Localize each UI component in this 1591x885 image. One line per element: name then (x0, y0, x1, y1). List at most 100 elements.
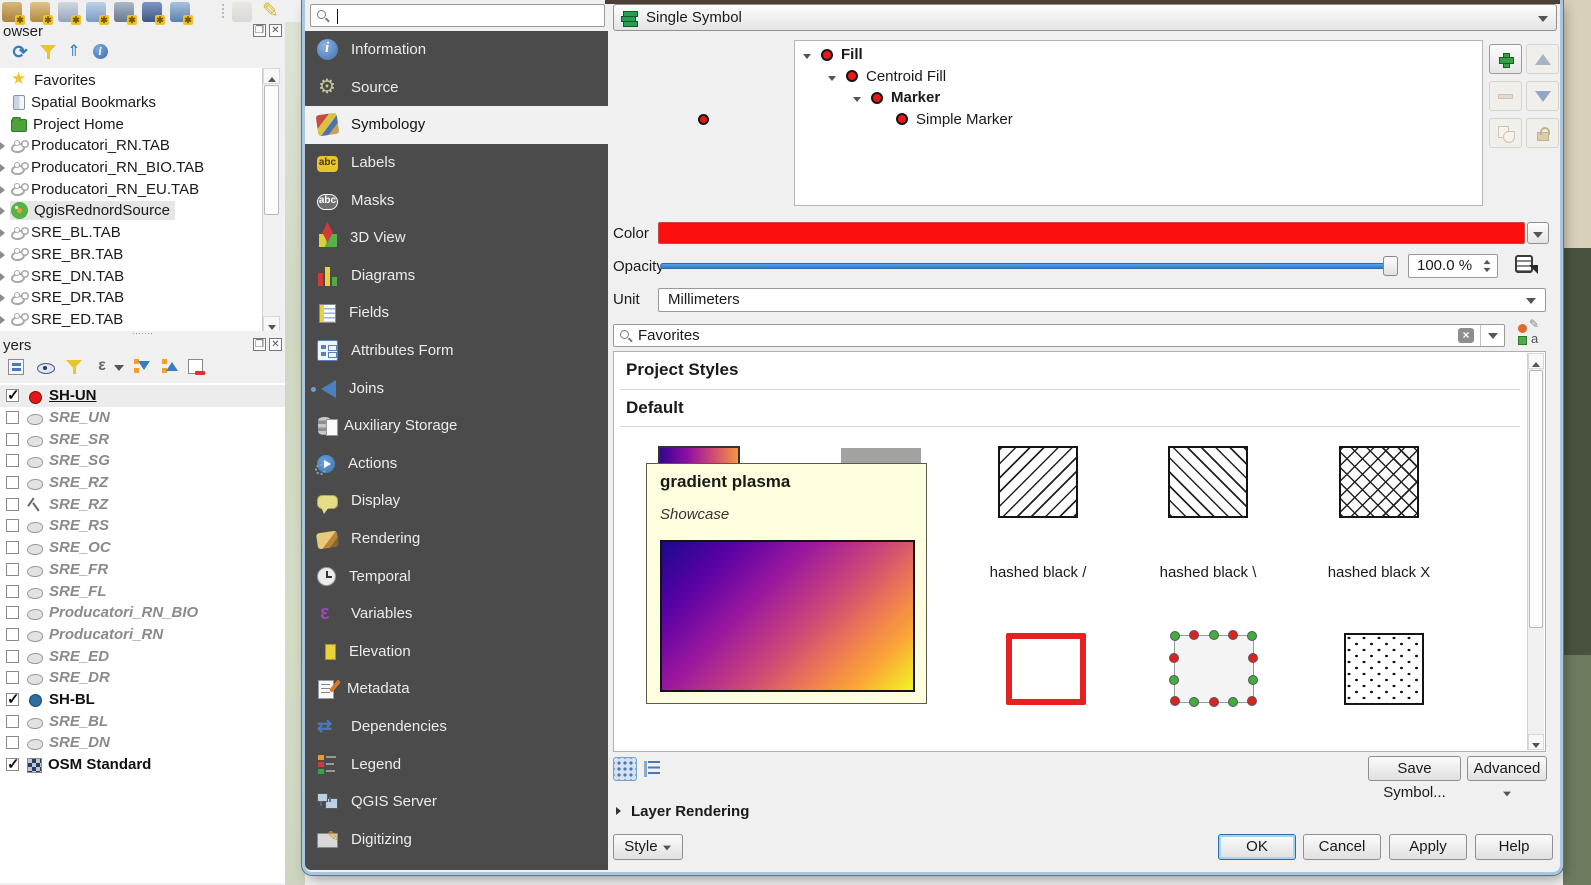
refresh-icon[interactable] (10, 42, 30, 62)
symbol-dotted[interactable] (1344, 633, 1424, 705)
layer-checkbox[interactable] (6, 519, 19, 532)
layer-checkbox[interactable] (6, 736, 19, 749)
spin-up-icon[interactable] (1484, 260, 1491, 264)
add-symbol-layer-button[interactable] (1489, 44, 1522, 74)
layer-item[interactable]: SRE_SG (0, 450, 285, 472)
layer-checkbox[interactable] (6, 476, 19, 489)
layer-rendering-label[interactable]: Layer Rendering (631, 803, 749, 820)
new-layer-icon[interactable]: ✱ (114, 2, 134, 22)
symbol-tree-item[interactable]: Fill (795, 44, 1482, 66)
layer-item[interactable]: SRE_SR (0, 428, 285, 450)
opacity-slider[interactable] (660, 263, 1398, 269)
symbol-hashed-backslash[interactable] (1168, 446, 1248, 518)
symbol-marker-border[interactable] (1170, 631, 1258, 707)
new-layer-icon[interactable]: ✱ (2, 2, 22, 22)
tab-rendering[interactable]: Rendering (305, 520, 608, 558)
collapse-arrow-icon[interactable] (616, 807, 621, 815)
browser-item[interactable]: SRE_BR.TAB (0, 244, 262, 266)
float-panel-icon[interactable]: ❐ (253, 338, 266, 351)
expand-all-icon[interactable] (132, 357, 152, 377)
expander-icon[interactable] (828, 76, 836, 81)
layer-item[interactable]: SRE_UN (0, 407, 285, 429)
browser-item[interactable]: Producatori_RN_EU.TAB (0, 178, 262, 200)
layer-item[interactable]: SRE_FL (0, 580, 285, 602)
duplicate-button[interactable] (1489, 118, 1522, 148)
renderer-dropdown[interactable]: Single Symbol (613, 4, 1557, 31)
icon-view-button[interactable] (613, 757, 637, 781)
layer-item[interactable]: SRE_ED (0, 645, 285, 667)
open-styling-panel-icon[interactable] (8, 359, 24, 375)
layer-checkbox[interactable] (6, 498, 19, 511)
close-panel-icon[interactable]: ✕ (269, 24, 282, 37)
layer-checkbox[interactable] (6, 411, 19, 424)
style-menu-button[interactable]: Style (613, 834, 683, 860)
expander-icon[interactable] (0, 142, 5, 150)
tab-joins[interactable]: Joins (305, 369, 608, 407)
collapse-all-icon[interactable] (64, 42, 84, 62)
filter-icon[interactable] (38, 42, 58, 62)
symbol-tree-item[interactable]: Marker (795, 87, 1482, 109)
new-layer-icon[interactable]: ✱ (86, 2, 106, 22)
tab-labels[interactable]: Labels (305, 144, 608, 182)
collapse-all-icon[interactable] (160, 357, 180, 377)
new-layer-icon[interactable]: ✱ (170, 2, 190, 22)
scrollbar-thumb[interactable] (1529, 370, 1543, 628)
expander-icon[interactable] (0, 229, 5, 237)
layer-item[interactable]: SRE_OC (0, 537, 285, 559)
save-symbol-button[interactable]: Save Symbol... (1368, 756, 1461, 781)
browser-item-selected[interactable]: QgisRednordSource (0, 200, 262, 222)
layer-checkbox[interactable] (6, 433, 19, 446)
opacity-slider-handle[interactable] (1383, 256, 1398, 276)
tab-attributes-form[interactable]: Attributes Form (305, 332, 608, 370)
layer-item[interactable]: SRE_FR (0, 559, 285, 581)
tab-display[interactable]: Display (305, 482, 608, 520)
expander-icon[interactable] (0, 186, 5, 194)
layer-item[interactable]: Producatori_RN (0, 624, 285, 646)
scrollbar-thumb[interactable] (264, 85, 279, 215)
tab-3d-view[interactable]: 3D View (305, 219, 608, 257)
browser-item[interactable]: Producatori_RN.TAB (0, 135, 262, 157)
remove-layer-icon[interactable] (188, 359, 203, 374)
layer-checkbox[interactable] (6, 563, 19, 576)
map-themes-eye-icon[interactable] (36, 357, 56, 377)
style-manager-button[interactable]: a ✎ (1515, 321, 1545, 349)
color-button[interactable] (658, 222, 1525, 244)
expander-icon[interactable] (0, 251, 5, 259)
tab-variables[interactable]: Variables (305, 595, 608, 633)
options-search-input[interactable] (310, 4, 605, 27)
properties-icon[interactable] (90, 42, 110, 62)
tab-metadata[interactable]: Metadata (305, 670, 608, 708)
expander-icon[interactable] (803, 54, 811, 59)
browser-item[interactable]: Producatori_RN_BIO.TAB (0, 157, 262, 179)
layer-checkbox[interactable] (6, 454, 19, 467)
apply-button[interactable]: Apply (1389, 834, 1467, 860)
layer-checkbox[interactable] (6, 650, 19, 663)
tab-masks[interactable]: Masks (305, 181, 608, 219)
browser-item[interactable]: SRE_BL.TAB (0, 222, 262, 244)
layer-checkbox[interactable] (6, 758, 19, 771)
symbol-hashed-slash[interactable] (998, 446, 1078, 518)
remove-symbol-layer-button[interactable] (1489, 81, 1522, 111)
scroll-down-icon[interactable] (263, 316, 280, 332)
ok-button[interactable]: OK (1218, 834, 1296, 860)
layer-item[interactable]: SRE_DN (0, 732, 285, 754)
float-panel-icon[interactable]: ❐ (253, 24, 266, 37)
scroll-down-icon[interactable] (1528, 734, 1544, 750)
browser-item[interactable]: Favorites (0, 70, 262, 92)
layer-item[interactable]: SH-UN (0, 385, 285, 407)
layer-checkbox[interactable] (6, 541, 19, 554)
scroll-up-icon[interactable] (1528, 353, 1544, 369)
layer-checkbox[interactable] (6, 628, 19, 641)
expander-icon[interactable] (0, 273, 5, 281)
layer-checkbox[interactable] (6, 715, 19, 728)
close-panel-icon[interactable]: ✕ (269, 338, 282, 351)
search-dropdown-icon[interactable] (1480, 325, 1504, 346)
symbol-red-outline[interactable] (1006, 633, 1086, 705)
browser-scrollbar[interactable] (262, 68, 280, 332)
layer-item[interactable]: SRE_RS (0, 515, 285, 537)
tab-actions[interactable]: Actions (305, 445, 608, 483)
edit-pencil-icon[interactable]: ✎ (262, 0, 279, 23)
data-defined-override-button[interactable] (1511, 253, 1545, 279)
map-canvas-strip[interactable] (285, 22, 305, 885)
tab-digitizing[interactable]: Digitizing (305, 820, 608, 858)
